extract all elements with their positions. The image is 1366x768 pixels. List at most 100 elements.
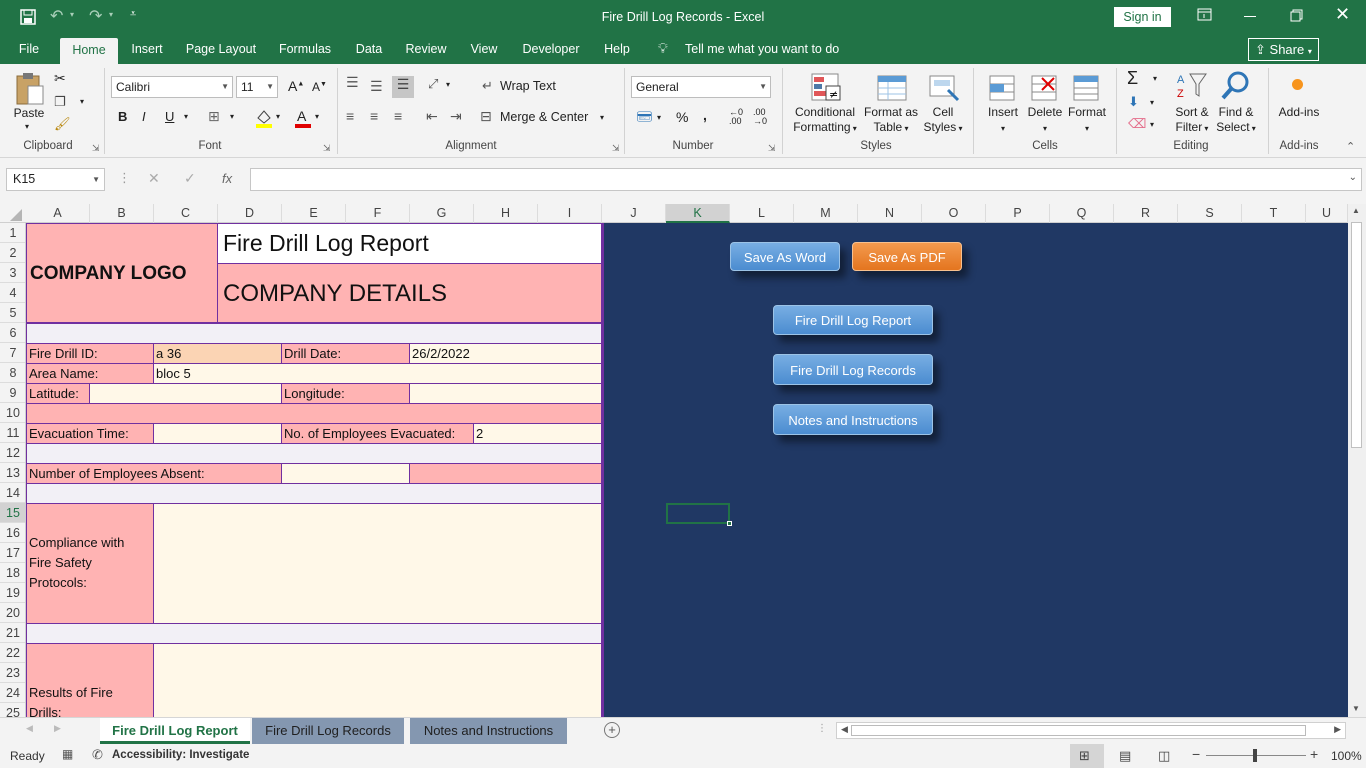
compliance-value[interactable]: [153, 503, 602, 624]
cancel-formula-icon[interactable]: ✕: [148, 170, 160, 187]
paste-button[interactable]: Paste: [10, 106, 48, 121]
tab-help[interactable]: Help: [598, 34, 636, 64]
insert-cells-icon[interactable]: [986, 72, 1018, 104]
tab-data[interactable]: Data: [350, 34, 388, 64]
worksheet-grid[interactable]: COMPANY LOGO Fire Drill Log Report COMPA…: [26, 223, 1348, 717]
row-header-7[interactable]: 7: [0, 343, 25, 363]
minimize-icon[interactable]: [1244, 16, 1256, 17]
horizontal-scrollbar[interactable]: ◀ ▶: [836, 722, 1346, 739]
cut-icon[interactable]: ✂: [54, 70, 66, 87]
column-header-j[interactable]: J: [602, 204, 666, 223]
collapse-ribbon-icon[interactable]: ⌃: [1346, 140, 1355, 153]
column-header-p[interactable]: P: [986, 204, 1050, 223]
merge-center-icon[interactable]: ⊟: [480, 108, 492, 125]
vertical-scrollbar[interactable]: ▲ ▼: [1348, 204, 1366, 717]
scroll-up-icon[interactable]: ▲: [1352, 206, 1360, 215]
row-header-8[interactable]: 8: [0, 363, 25, 383]
evacuation-time-value[interactable]: [153, 423, 282, 444]
find-select-button[interactable]: Find & Select ▾: [1210, 105, 1262, 136]
column-header-e[interactable]: E: [282, 204, 346, 223]
autosum-icon[interactable]: Σ: [1127, 68, 1138, 89]
undo-icon[interactable]: ↶: [50, 6, 63, 26]
wrap-text-icon[interactable]: ↵: [482, 78, 493, 94]
enter-formula-icon[interactable]: ✓: [184, 170, 196, 187]
row-header-21[interactable]: 21: [0, 623, 25, 643]
tell-me-search[interactable]: Tell me what you want to do: [685, 34, 845, 64]
sheet-tab-notes[interactable]: Notes and Instructions: [410, 718, 567, 744]
share-button[interactable]: ⇪ Share ▾: [1248, 38, 1319, 61]
zoom-in-icon[interactable]: +: [1310, 746, 1318, 762]
copy-icon[interactable]: ❐: [54, 94, 66, 110]
column-header-l[interactable]: L: [730, 204, 794, 223]
latitude-value[interactable]: [89, 383, 282, 404]
number-format-combo[interactable]: General ▼: [631, 76, 771, 98]
tab-page-layout[interactable]: Page Layout: [182, 34, 260, 64]
cell-styles-icon[interactable]: [928, 72, 960, 104]
zoom-slider-thumb[interactable]: [1253, 749, 1257, 762]
format-as-table-button[interactable]: Format as Table ▾: [860, 105, 922, 136]
borders-icon[interactable]: ⊞: [208, 108, 220, 125]
results-value[interactable]: [153, 643, 602, 717]
row-header-3[interactable]: 3: [0, 263, 25, 283]
merge-dropdown-icon[interactable]: ▾: [600, 113, 604, 122]
copy-dropdown-icon[interactable]: ▾: [80, 97, 84, 106]
add-ins-button[interactable]: Add-ins: [1274, 105, 1324, 120]
employees-evacuated-value[interactable]: 2: [473, 423, 602, 444]
tab-split-handle-icon[interactable]: ⋮: [817, 723, 827, 734]
row-header-4[interactable]: 4: [0, 283, 25, 303]
add-sheet-icon[interactable]: +: [604, 722, 620, 738]
fill-dropdown-icon[interactable]: ▾: [276, 112, 280, 121]
row-header-24[interactable]: 24: [0, 683, 25, 703]
column-header-t[interactable]: T: [1242, 204, 1306, 223]
tab-developer[interactable]: Developer: [518, 34, 584, 64]
insert-function-icon[interactable]: fx: [222, 171, 232, 186]
tab-home[interactable]: Home: [60, 38, 118, 64]
conditional-formatting-icon[interactable]: ≠: [810, 72, 842, 104]
font-name-combo[interactable]: Calibri ▼: [111, 76, 233, 98]
conditional-formatting-button[interactable]: Conditional Formatting ▾: [788, 105, 862, 136]
row-header-25[interactable]: 25: [0, 703, 25, 717]
sheet-tab-records[interactable]: Fire Drill Log Records: [252, 718, 404, 744]
accounting-dropdown-icon[interactable]: ▾: [657, 113, 661, 122]
row-header-1[interactable]: 1: [0, 223, 25, 243]
format-cells-icon[interactable]: [1070, 72, 1102, 104]
column-header-g[interactable]: G: [410, 204, 474, 223]
clear-icon[interactable]: ⌫: [1128, 116, 1146, 132]
delete-cells-button[interactable]: Delete ▾: [1022, 105, 1068, 136]
tab-insert[interactable]: Insert: [126, 34, 168, 64]
row-header-13[interactable]: 13: [0, 463, 25, 483]
page-break-preview-icon[interactable]: ◫: [1158, 748, 1170, 764]
cell-styles-button[interactable]: Cell Styles ▾: [918, 105, 968, 136]
fill-color-icon[interactable]: [254, 108, 274, 128]
row-header-14[interactable]: 14: [0, 483, 25, 503]
close-icon[interactable]: ✕: [1335, 4, 1350, 25]
column-header-i[interactable]: I: [538, 204, 602, 223]
row-header-2[interactable]: 2: [0, 243, 25, 263]
middle-align-icon[interactable]: ☰: [370, 78, 383, 95]
column-header-d[interactable]: D: [218, 204, 282, 223]
name-box-dropdown-icon[interactable]: ▼: [92, 169, 100, 190]
decrease-font-icon[interactable]: A▼: [312, 80, 327, 94]
alignment-launcher-icon[interactable]: ⇲: [612, 143, 620, 154]
fire-drill-log-report-button[interactable]: Fire Drill Log Report: [773, 305, 933, 335]
h-scroll-thumb[interactable]: [851, 725, 1306, 736]
ribbon-display-icon[interactable]: [1197, 8, 1213, 22]
row-header-6[interactable]: 6: [0, 323, 25, 343]
bold-icon[interactable]: B: [118, 109, 127, 124]
undo-dropdown-icon[interactable]: ▾: [70, 10, 74, 19]
row-header-15[interactable]: 15: [0, 503, 25, 523]
row-header-22[interactable]: 22: [0, 643, 25, 663]
active-cell-selection[interactable]: [666, 503, 732, 526]
scroll-right-icon[interactable]: ▶: [1334, 724, 1341, 735]
underline-icon[interactable]: U: [165, 109, 174, 124]
employees-absent-value[interactable]: [281, 463, 410, 484]
accessibility-icon[interactable]: ✆: [92, 747, 103, 763]
sort-filter-icon[interactable]: AZ: [1176, 70, 1208, 102]
expand-formula-bar-icon[interactable]: ⌄: [1349, 172, 1357, 183]
column-header-q[interactable]: Q: [1050, 204, 1114, 223]
merge-center-button[interactable]: Merge & Center: [500, 110, 588, 124]
row-header-19[interactable]: 19: [0, 583, 25, 603]
font-color-icon[interactable]: A: [293, 108, 313, 128]
row-header-16[interactable]: 16: [0, 523, 25, 543]
tab-file[interactable]: File: [10, 34, 48, 64]
